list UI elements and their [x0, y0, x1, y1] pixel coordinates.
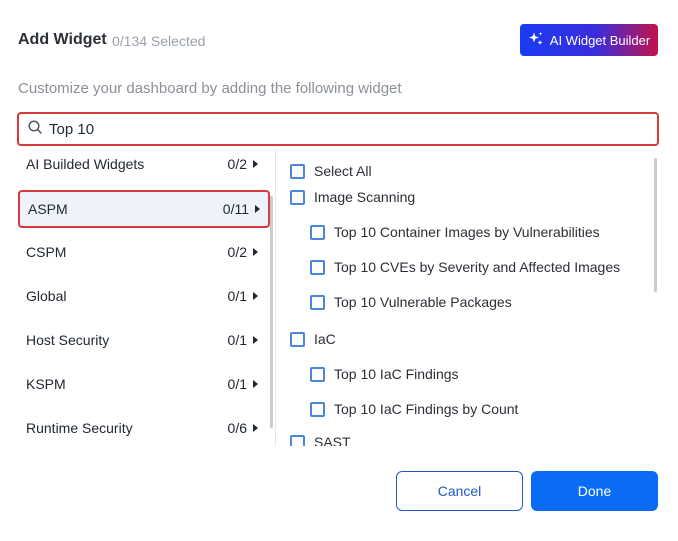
category-label: Global [26, 288, 67, 304]
ai-widget-builder-label: AI Widget Builder [549, 32, 651, 48]
caret-right-icon [253, 380, 258, 388]
widget-checkbox[interactable] [310, 401, 325, 417]
search-input[interactable] [49, 120, 629, 138]
widget-label: Top 10 Container Images by Vulnerabiliti… [334, 224, 600, 240]
category-count: 0/6 [227, 420, 247, 436]
widget-checkbox[interactable] [310, 366, 325, 382]
category-item-kspm[interactable]: KSPM 0/1 [18, 365, 266, 403]
cancel-button[interactable]: Cancel [396, 471, 523, 511]
widget-checkbox-row[interactable]: Top 10 IaC Findings by Count [310, 401, 518, 417]
widget-checkbox-row[interactable]: Top 10 CVEs by Severity and Affected Ima… [310, 259, 620, 275]
select-all-label: Select All [314, 163, 372, 179]
category-count: 0/1 [227, 332, 247, 348]
widget-checkbox[interactable] [310, 294, 325, 310]
category-item-cspm[interactable]: CSPM 0/2 [18, 233, 266, 271]
category-count: 0/1 [227, 376, 247, 392]
category-item-global[interactable]: Global 0/1 [18, 277, 266, 315]
widget-checkbox-row[interactable]: Top 10 Container Images by Vulnerabiliti… [310, 224, 600, 240]
dialog-subtitle: Customize your dashboard by adding the f… [18, 80, 402, 97]
category-label: Runtime Security [26, 420, 133, 436]
category-list: AI Builded Widgets 0/2 ASPM 0/11 CSPM 0/… [18, 148, 274, 446]
group-label: Image Scanning [314, 189, 416, 205]
search-icon [27, 119, 43, 140]
category-item-ai-builded-widgets[interactable]: AI Builded Widgets 0/2 [18, 148, 266, 183]
caret-right-icon [255, 205, 260, 213]
ai-widget-builder-button[interactable]: AI Widget Builder [520, 24, 658, 56]
caret-right-icon [253, 336, 258, 344]
category-count: 0/1 [227, 288, 247, 304]
sparkle-icon [528, 31, 544, 50]
category-label: Host Security [26, 332, 110, 348]
select-all-checkbox[interactable] [290, 163, 305, 179]
category-item-aspm[interactable]: ASPM 0/11 [18, 190, 270, 228]
category-count: 0/11 [222, 201, 249, 217]
widget-label: Top 10 IaC Findings by Count [334, 401, 519, 417]
group-checkbox[interactable] [290, 434, 305, 446]
category-label: KSPM [26, 376, 66, 392]
category-label: ASPM [28, 201, 68, 217]
group-checkbox-row-iac[interactable]: IaC [290, 331, 336, 347]
widget-checkbox[interactable] [310, 224, 325, 240]
widget-label: Top 10 IaC Findings [334, 366, 459, 382]
group-checkbox-row-sast[interactable]: SAST [290, 434, 351, 446]
group-label: IaC [314, 331, 336, 347]
category-item-runtime-security[interactable]: Runtime Security 0/6 [18, 409, 266, 446]
group-checkbox-row-image-scanning[interactable]: Image Scanning [290, 189, 415, 205]
widget-list: Select All Image Scanning Top 10 Contain… [276, 150, 656, 446]
group-checkbox[interactable] [290, 189, 305, 205]
group-label: SAST [314, 434, 351, 446]
caret-right-icon [253, 160, 258, 168]
dialog-header: Add Widget 0/134 Selected AI Widget Buil… [18, 24, 658, 56]
category-item-host-security[interactable]: Host Security 0/1 [18, 321, 266, 359]
widget-checkbox-row[interactable]: Top 10 IaC Findings [310, 366, 459, 382]
dialog-title: Add Widget [18, 31, 107, 48]
widget-label: Top 10 CVEs by Severity and Affected Ima… [334, 259, 621, 275]
search-box[interactable] [17, 112, 659, 146]
selected-count: 0/134 Selected [112, 33, 206, 49]
category-scrollbar[interactable] [270, 196, 273, 428]
widget-label: Top 10 Vulnerable Packages [334, 294, 512, 310]
caret-right-icon [253, 248, 258, 256]
category-label: AI Builded Widgets [26, 156, 145, 172]
caret-right-icon [253, 292, 258, 300]
group-checkbox[interactable] [290, 331, 305, 347]
widget-checkbox-row[interactable]: Top 10 Vulnerable Packages [310, 294, 512, 310]
widget-checkbox[interactable] [310, 259, 325, 275]
select-all-checkbox-row[interactable]: Select All [290, 163, 372, 179]
category-label: CSPM [26, 244, 67, 260]
widget-scrollbar[interactable] [654, 158, 657, 292]
category-count: 0/2 [227, 156, 247, 172]
done-button[interactable]: Done [531, 471, 658, 511]
category-count: 0/2 [227, 244, 247, 260]
caret-right-icon [253, 424, 258, 432]
